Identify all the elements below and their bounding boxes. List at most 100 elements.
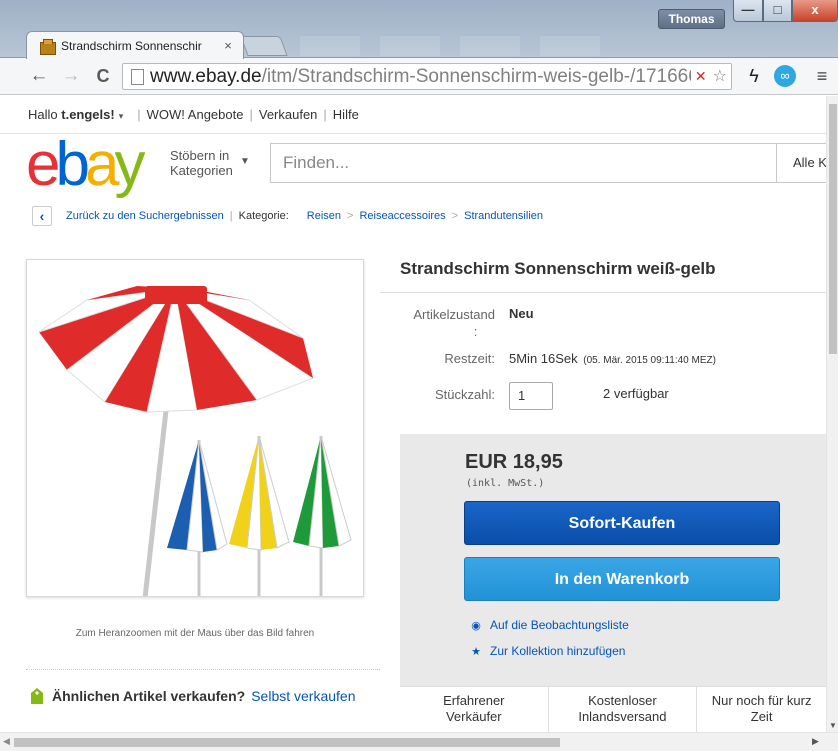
condition-value: Neu [509, 306, 534, 321]
tab-title: Strandschirm Sonnenschir [61, 38, 202, 53]
blocked-popup-icon[interactable]: ✕ [695, 67, 707, 86]
new-tab-button[interactable] [240, 36, 288, 56]
browser-toolbar: ← → C www.ebay.de/itm/Strandschirm-Sonne… [0, 58, 838, 95]
extension-bolt-icon[interactable]: ϟ [747, 65, 761, 87]
ebay-logo[interactable]: ebay [26, 134, 145, 196]
wow-deals-link[interactable]: WOW! Angebote [147, 107, 244, 122]
breadcrumb-separator: > [347, 210, 354, 222]
eye-icon: ◉ [471, 619, 481, 632]
end-date: (05. Mär. 2015 09:11:40 MEZ) [583, 355, 716, 366]
feature-strip: Erfahrener Verkäufer Kostenloser Inlandsve… [400, 686, 826, 732]
collection-link[interactable]: ★ Zur Kollektion hinzufügen [470, 644, 625, 658]
profile-user-button[interactable]: Thomas [658, 9, 725, 29]
feature-experienced-seller: Erfahrener Verkäufer [400, 687, 549, 732]
breadcrumb-item[interactable]: Reiseaccessoires [359, 210, 445, 222]
feature-free-shipping: Kostenloser Inlandsversand [549, 687, 698, 732]
yellow-umbrella [229, 435, 290, 596]
chevron-down-icon: ▾ [118, 111, 124, 121]
scroll-right-arrow-icon[interactable]: ▶ [812, 736, 819, 747]
green-umbrella [293, 435, 352, 596]
browse-categories-button[interactable]: Stöbern in Kategorien [170, 148, 233, 178]
close-window-button[interactable]: x [792, 0, 838, 22]
maximize-button[interactable]: □ [763, 0, 792, 22]
sell-yourself-link[interactable]: Selbst verkaufen [251, 688, 355, 704]
large-umbrella [38, 286, 315, 596]
quantity-available: 2 verfügbar [603, 386, 669, 401]
back-to-results-link[interactable]: Zurück zu den Suchergebnissen [66, 210, 224, 222]
page-viewport: Hallo t.engels! ▾ | WOW! Angebote | Verka… [0, 96, 826, 732]
quantity-label: Stückzahl: [435, 387, 495, 402]
site-header: ebay Stöbern in Kategorien ▼ Finden... A… [0, 134, 826, 198]
quantity-input[interactable]: 1 [509, 382, 553, 410]
address-bar[interactable]: www.ebay.de/itm/Strandschirm-Sonnenschir… [122, 63, 732, 90]
watchlist-link[interactable]: ◉ Auf die Beobachtungsliste [470, 618, 629, 632]
product-image[interactable] [26, 259, 364, 597]
sell-similar-label: Ähnlichen Artikel verkaufen? [52, 688, 246, 704]
sell-link[interactable]: Verkaufen [259, 107, 318, 122]
collection-label: Zur Kollektion hinzufügen [490, 644, 626, 658]
scroll-down-arrow-icon[interactable]: ▼ [829, 721, 837, 730]
breadcrumb-item[interactable]: Reisen [307, 210, 341, 222]
url-host: www.ebay.de [150, 65, 262, 87]
buy-now-button[interactable]: Sofort-Kaufen [464, 501, 780, 545]
breadcrumb-item[interactable]: Strandutensilien [464, 210, 543, 222]
background-tab-ghost [540, 36, 600, 56]
star-icon: ★ [471, 645, 481, 658]
zoom-hint: Zum Heranzoomen mit der Maus über das Bi… [75, 628, 315, 639]
separator: | [137, 107, 141, 122]
forward-arrow-icon[interactable]: → [60, 65, 82, 87]
extension-share-icon[interactable]: ∞ [774, 65, 796, 87]
separator: | [249, 107, 253, 122]
horizontal-scroll-thumb[interactable] [14, 738, 560, 747]
search-input[interactable]: Finden... [270, 143, 776, 183]
price-tag-icon [31, 688, 43, 704]
browser-tab[interactable]: Strandschirm Sonnenschir × [26, 31, 244, 59]
greeting-user: t.engels! [61, 107, 115, 122]
umbrella-illustration [38, 286, 352, 596]
browse-line2: Kategorien [170, 163, 233, 178]
ebay-favicon-icon [39, 38, 56, 55]
item-title: Strandschirm Sonnenschirm weiß-gelb [400, 259, 716, 278]
horizontal-scrollbar[interactable]: ◀ ▶ [0, 732, 838, 751]
url-path: /itm/Strandschirm-Sonnenschirm-weis-gelb… [261, 65, 710, 87]
window-titlebar: Strandschirm Sonnenschir × Thomas — □ x [0, 0, 838, 59]
background-tab-ghost [380, 36, 440, 56]
sell-similar-row: Ähnlichen Artikel verkaufen? Selbst verk… [30, 688, 356, 704]
greeting-prefix: Hallo [28, 107, 62, 122]
help-link[interactable]: Hilfe [333, 107, 359, 122]
separator: | [323, 107, 327, 122]
back-arrow-icon[interactable]: ← [28, 65, 50, 87]
divider [26, 669, 380, 670]
tab-close-icon[interactable]: × [219, 38, 237, 53]
watchlist-label: Auf die Beobachtungsliste [490, 618, 629, 632]
greeting-menu[interactable]: Hallo t.engels! ▾ [28, 107, 123, 122]
category-label: Kategorie: [238, 210, 289, 222]
bookmark-star-icon[interactable]: ☆ [713, 67, 727, 86]
price: EUR 18,95 [465, 451, 563, 473]
scroll-left-arrow-icon[interactable]: ◀ [3, 736, 10, 747]
chevron-down-icon: ▼ [240, 156, 250, 167]
blue-umbrella [167, 439, 228, 596]
back-chevron-icon[interactable]: ‹ [32, 206, 52, 226]
breadcrumb: ‹ Zurück zu den Suchergebnissen | Katego… [0, 198, 826, 234]
browse-line1: Stöbern in [170, 148, 230, 163]
add-to-cart-button[interactable]: In den Warenkorb [464, 557, 780, 601]
category-select[interactable]: Alle Kategorien [776, 143, 826, 183]
reload-icon[interactable]: C [92, 65, 114, 87]
divider [380, 292, 826, 293]
vertical-scroll-thumb[interactable] [829, 104, 837, 354]
separator: | [229, 210, 233, 222]
vertical-scrollbar[interactable]: ▼ [826, 96, 838, 732]
time-left-value: 5Min 16Sek (05. Mär. 2015 09:11:40 MEZ) [509, 351, 716, 366]
minimize-button[interactable]: — [733, 0, 763, 22]
page-icon [131, 68, 144, 85]
time-left-label: Restzeit: [444, 351, 495, 366]
background-tab-ghost [300, 36, 360, 56]
vat-note: (inkl. MwSt.) [466, 478, 545, 489]
top-links-bar: Hallo t.engels! ▾ | WOW! Angebote | Verka… [0, 96, 826, 134]
browser-menu-icon[interactable]: ≡ [812, 65, 832, 87]
background-tab-ghost [460, 36, 520, 56]
feature-limited-time: Nur noch für kurz Zeit [711, 693, 812, 724]
condition-label: Artikelzustand : [413, 307, 495, 339]
breadcrumb-separator: > [451, 210, 459, 222]
